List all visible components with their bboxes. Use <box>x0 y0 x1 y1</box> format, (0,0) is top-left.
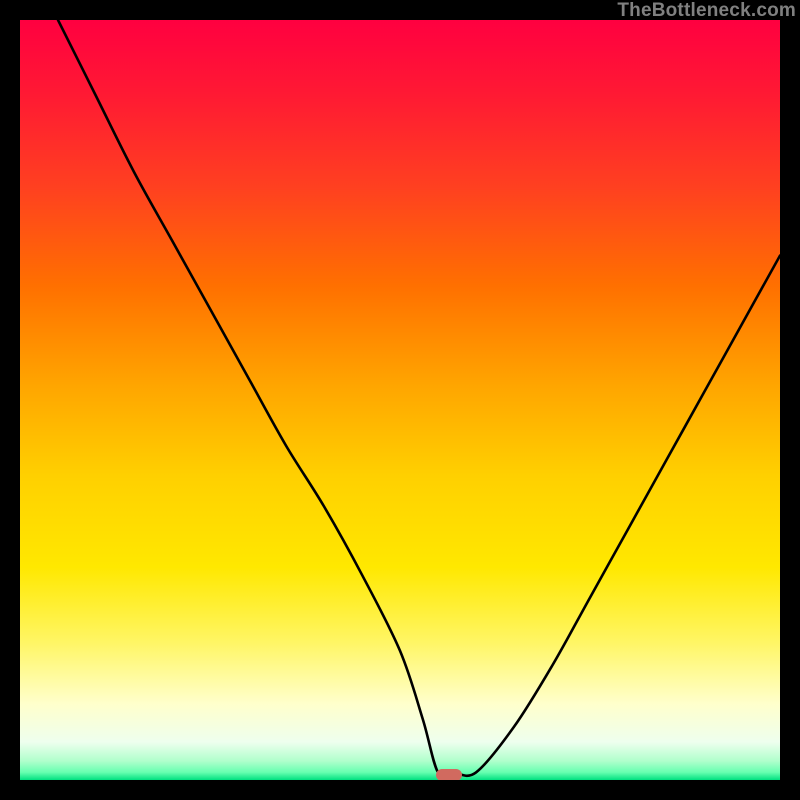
plot-area <box>20 20 780 780</box>
optimal-marker <box>436 769 462 780</box>
chart-frame: TheBottleneck.com <box>0 0 800 800</box>
watermark-label: TheBottleneck.com <box>617 0 796 22</box>
bottleneck-curve <box>20 20 780 780</box>
